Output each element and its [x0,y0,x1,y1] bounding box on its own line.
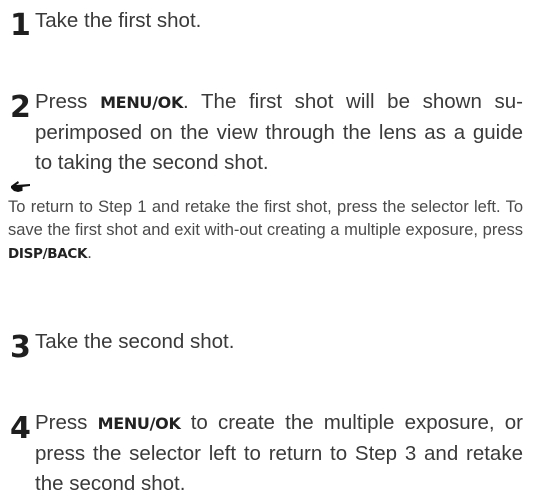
step-number: 4 [10,411,31,446]
menu-ok-keyword: MENU/OK [97,414,181,433]
step-number: 2 [10,90,31,125]
note-block: To return to Step 1 and retake the first… [8,178,523,266]
note-text-post: . [87,244,92,262]
menu-ok-keyword: MENU/OK [100,93,184,112]
step-text: Press MENU/OK to create the multiple exp… [35,408,523,499]
note-text: To return to Step 1 and retake the first… [8,196,523,266]
note-text-pre: To return to Step 1 and retake the first… [8,198,523,239]
step-text: Take the first shot. [35,9,202,32]
pointing-hand-icon [11,181,30,192]
step-number: 1 [10,8,31,43]
step-number: 3 [10,330,31,365]
disp-back-keyword: DISP/BACK [8,246,88,262]
step-text: Take the second shot. [35,330,235,353]
step-text-pre: Press [35,411,98,434]
step-text-pre: Press [35,90,101,113]
step-text: Press MENU/OK. The first shot will be sh… [35,87,523,178]
